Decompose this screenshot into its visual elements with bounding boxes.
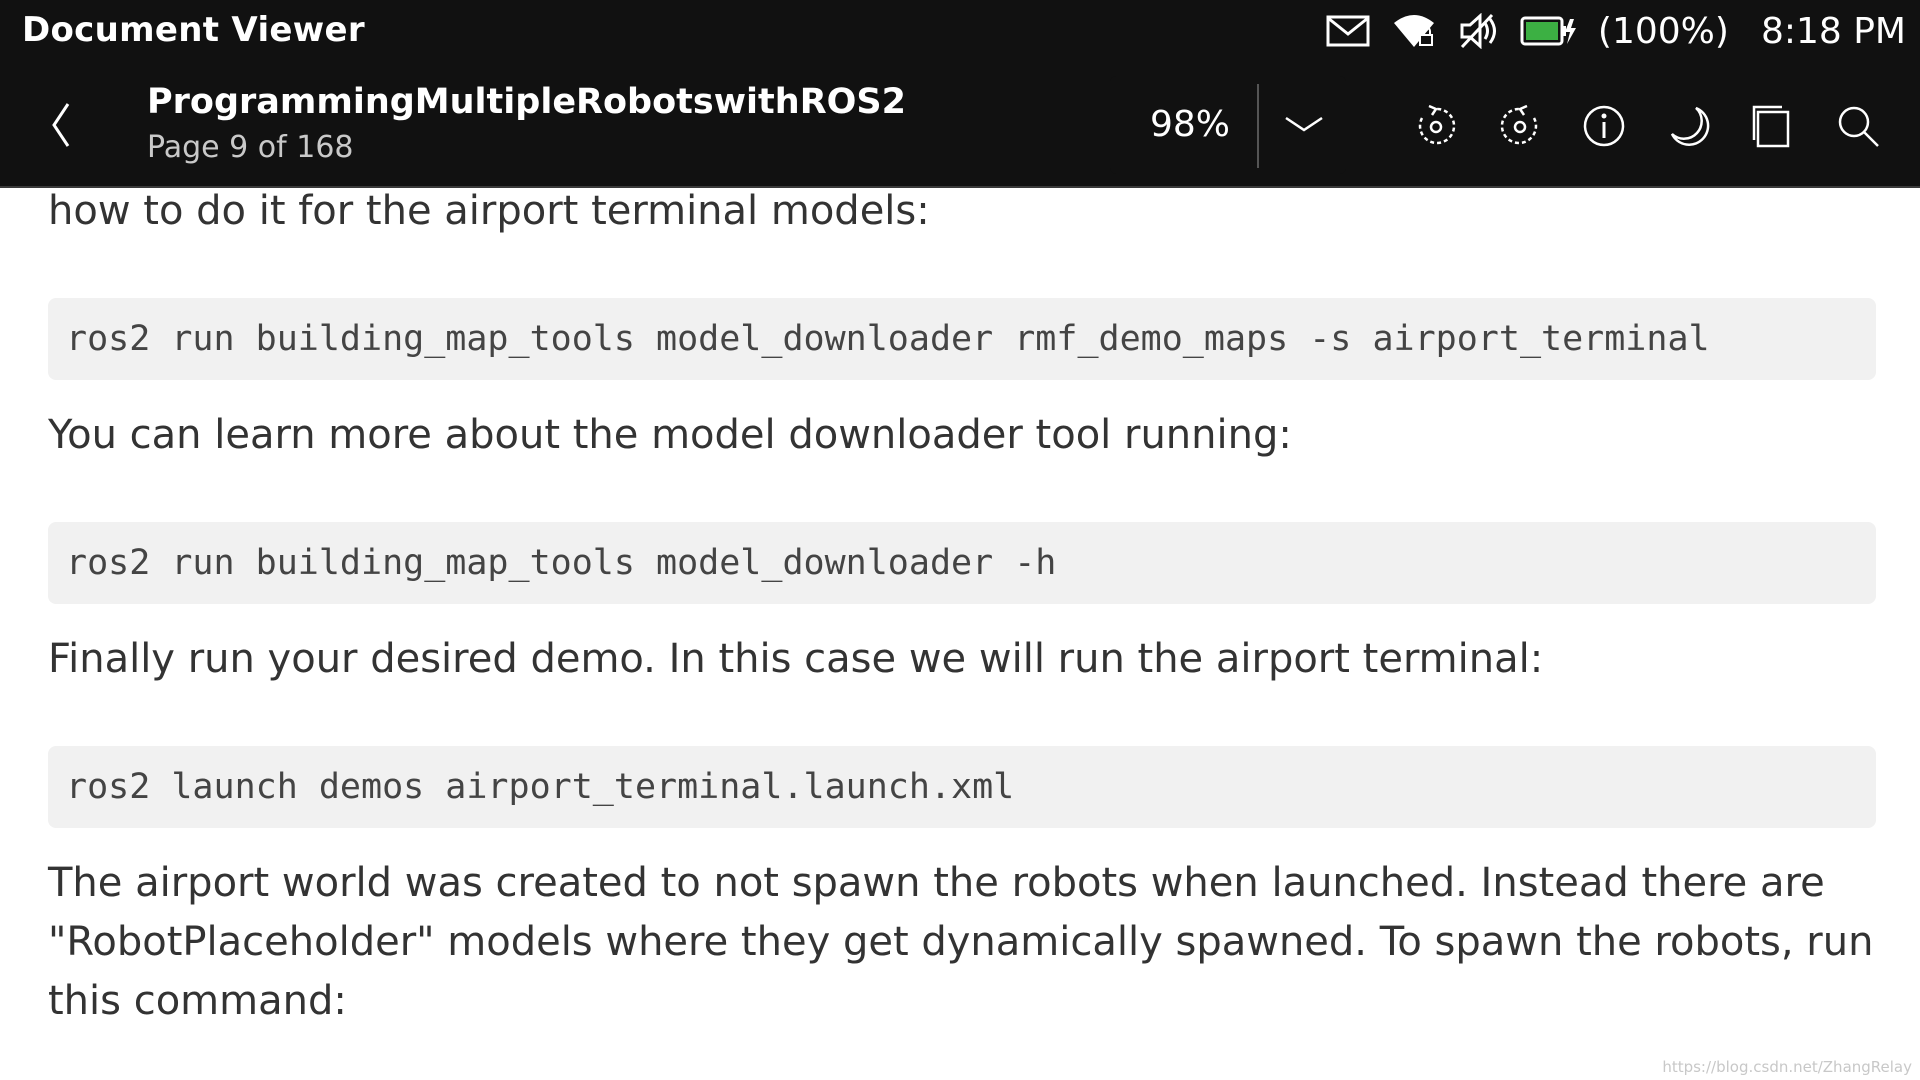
paragraph: how to do it for the airport terminal mo… <box>48 188 930 234</box>
battery-percentage: (100%) <box>1597 10 1729 52</box>
paragraph: The airport world was created to not spa… <box>48 860 1874 1024</box>
back-icon <box>52 103 70 147</box>
paragraph: You can learn more about the model downl… <box>48 412 1292 458</box>
code-block: ros2 run building_map_tools model_downlo… <box>48 298 1876 380</box>
document-title: ProgrammingMultipleRobotswithROS2 <box>147 82 906 122</box>
back-button[interactable] <box>40 90 84 160</box>
rotate-left-icon[interactable] <box>1412 102 1460 150</box>
mail-icon <box>1326 15 1370 47</box>
info-icon[interactable] <box>1580 102 1628 150</box>
status-indicators: (100%) 8:18 PM <box>1326 0 1906 62</box>
zoom-divider <box>1257 84 1259 168</box>
night-mode-icon[interactable] <box>1664 102 1712 150</box>
zoom-selector[interactable]: 98% <box>1110 76 1346 174</box>
zoom-value: 98% <box>1150 104 1231 145</box>
battery-charging-icon <box>1520 15 1576 47</box>
chevron-down-icon[interactable] <box>1282 112 1326 136</box>
pages-icon[interactable] <box>1748 102 1796 150</box>
code-block: ros2 run building_map_tools model_downlo… <box>48 522 1876 604</box>
wifi-icon <box>1392 13 1436 49</box>
rotate-right-icon[interactable] <box>1496 102 1544 150</box>
viewer-header: ProgrammingMultipleRobotswithROS2 Page 9… <box>0 62 1920 188</box>
app-title: Document Viewer <box>22 10 365 50</box>
document-page[interactable]: how to do it for the airport terminal mo… <box>0 188 1920 1080</box>
paragraph: Finally run your desired demo. In this c… <box>48 636 1544 682</box>
page-indicator: Page 9 of 168 <box>147 130 354 165</box>
volume-muted-icon <box>1458 13 1498 49</box>
status-bar: Document Viewer (100%) 8:18 PM <box>0 0 1920 62</box>
code-block: ros2 launch demos airport_terminal.launc… <box>48 746 1876 828</box>
watermark: https://blog.csdn.net/ZhangRelay <box>1662 1058 1912 1076</box>
clock: 8:18 PM <box>1760 10 1906 52</box>
search-icon[interactable] <box>1834 102 1882 150</box>
